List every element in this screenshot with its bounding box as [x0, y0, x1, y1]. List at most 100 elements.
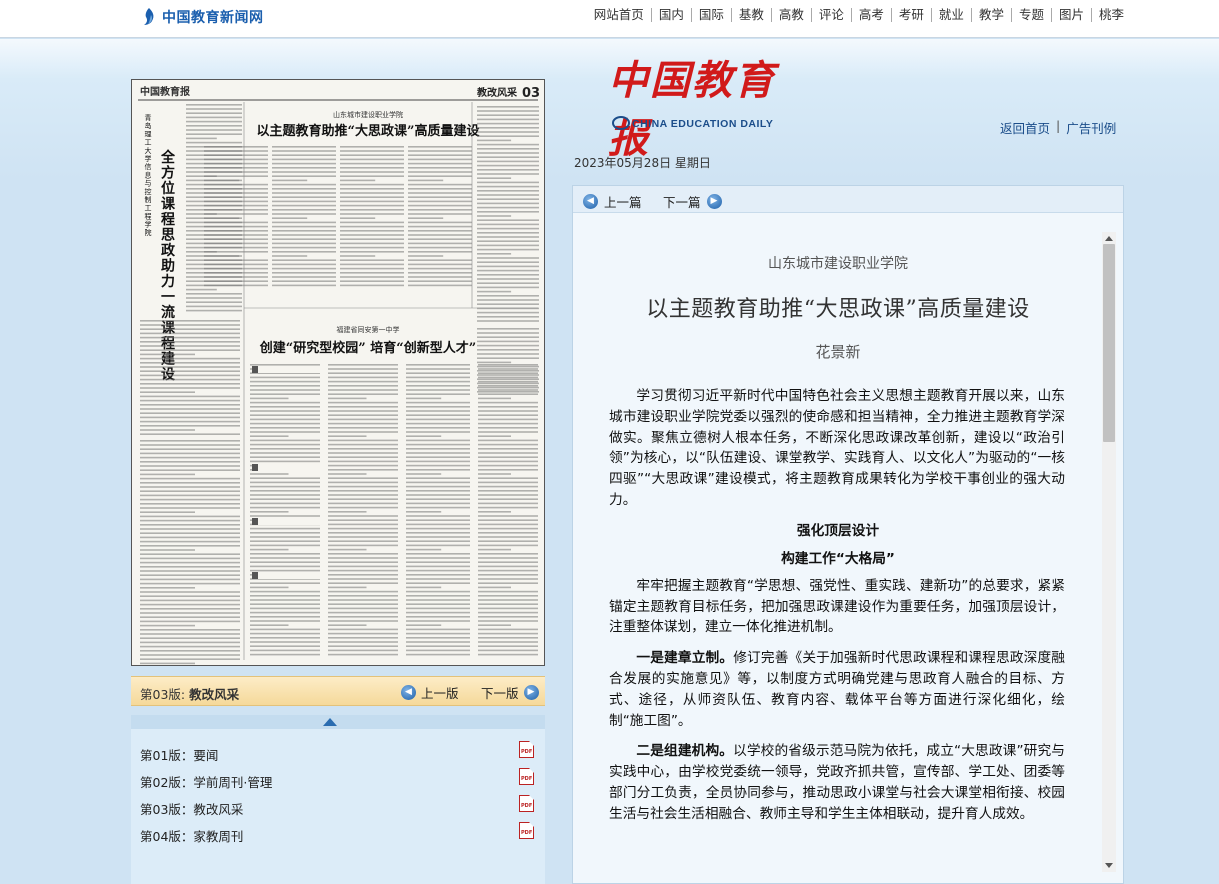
page-list-item-label[interactable]: 第02版：学前周刊·管理: [140, 772, 272, 791]
prev-page-label: 上一版: [421, 686, 459, 701]
svg-text:青: 青: [145, 113, 152, 122]
masthead: 中国教育报 CHINA EDUCATION DAILY: [608, 52, 808, 162]
masthead-title: 中国教育报: [608, 57, 776, 162]
article-paragraph: 二是组建机构。以学校的省级示范马院为依托，成立“大思政课”研究与实践中心，由学校…: [609, 741, 1065, 824]
paper-section: 教改风采: [476, 86, 517, 99]
ad-rates-link[interactable]: 广告刊例: [1066, 118, 1116, 137]
svg-text:学: 学: [145, 220, 152, 229]
svg-text:工: 工: [145, 139, 152, 147]
svg-text:程: 程: [161, 212, 175, 228]
prev-article-label: 上一篇: [604, 195, 642, 210]
nav-item[interactable]: 就业: [930, 8, 971, 22]
arrow-right-icon: ▶: [706, 194, 722, 209]
triangle-up-icon: [323, 718, 337, 726]
page-bar: 第03版: 教改风采 ◀ 上一版 下一版 ▶: [131, 676, 545, 706]
pdf-icon[interactable]: PDF: [519, 795, 534, 812]
site-logo[interactable]: 中国教育新闻网: [140, 6, 264, 28]
arrow-right-icon: ▶: [523, 685, 539, 700]
next-page-button[interactable]: 下一版 ▶: [481, 683, 539, 702]
nav-item[interactable]: 基教: [730, 8, 771, 22]
article-panel: ◀ 上一篇 下一篇 ▶ 山东城市建设职业学院 以主题教育助推“大思政课”高质量建…: [572, 185, 1124, 884]
paper-right-column: [477, 106, 539, 393]
nav-item[interactable]: 图片: [1050, 8, 1091, 22]
next-page-label: 下一版: [481, 686, 519, 701]
svg-text:理: 理: [145, 130, 152, 138]
page-list-item[interactable]: 第01版：要闻 PDF: [131, 737, 545, 764]
arrow-left-icon: ◀: [583, 194, 598, 209]
nav-item[interactable]: 教学: [970, 8, 1011, 22]
paper-side-kicker: 青岛理工大学信息与控制工程学院: [145, 113, 152, 237]
nav-item[interactable]: 高教: [770, 8, 811, 22]
article-nav: ◀ 上一篇 下一篇 ▶: [573, 186, 1123, 213]
nav-item[interactable]: 网站首页: [587, 8, 651, 22]
svg-text:课: 课: [161, 197, 176, 213]
paper-story2-title: 创建“研究型校园” 培育“创新型人才”: [259, 340, 476, 356]
nav-item[interactable]: 桃李: [1090, 8, 1131, 22]
pdf-icon[interactable]: PDF: [519, 822, 534, 839]
svg-text:助: 助: [161, 258, 175, 275]
svg-text:程: 程: [145, 211, 152, 220]
paper-masthead: 中国教育报: [140, 85, 190, 98]
page-list-item[interactable]: 第02版：学前周刊·管理 PDF: [131, 764, 545, 791]
masthead-subtitle: CHINA EDUCATION DAILY: [632, 118, 774, 130]
scroll-thumb[interactable]: [1103, 244, 1115, 442]
nav-item[interactable]: 国际: [690, 8, 731, 22]
nav-item[interactable]: 考研: [890, 8, 931, 22]
paper-story2-kicker: 福建省同安第一中学: [337, 325, 400, 334]
paper-side-title: 全方位课程思政助力一流课程建设: [160, 149, 176, 383]
pdf-icon[interactable]: PDF: [519, 768, 534, 785]
svg-text:息: 息: [145, 170, 152, 179]
svg-text:一: 一: [161, 290, 175, 306]
current-page: 第03版: 教改风采: [140, 684, 239, 703]
page-list: 第01版：要闻 PDF 第02版：学前周刊·管理 PDF 第03版：教改风采 P…: [131, 715, 545, 884]
newspaper-page-render[interactable]: 中国教育报 教改风采 03 全方位课程思政助力一流课程建设 青岛理工大学信息与控…: [132, 80, 544, 665]
article-scrollbar[interactable]: [1102, 232, 1116, 872]
page-list-item-label[interactable]: 第04版：家教周刊: [140, 826, 243, 845]
nav-item[interactable]: 高考: [850, 8, 891, 22]
newspaper-page-image[interactable]: 中国教育报 教改风采 03 全方位课程思政助力一流课程建设 青岛理工大学信息与控…: [131, 79, 545, 666]
article-title: 以主题教育助推“大思政课”高质量建设: [646, 297, 1030, 322]
next-article-button[interactable]: 下一篇 ▶: [663, 192, 722, 211]
arrow-left-icon: ◀: [401, 685, 416, 700]
scroll-down-icon[interactable]: [1105, 863, 1113, 868]
pdf-icon[interactable]: PDF: [519, 741, 534, 758]
svg-text:制: 制: [145, 195, 152, 204]
paragraph-lead: 一是建章立制。: [636, 650, 734, 667]
page-list-item-label[interactable]: 第03版：教改风采: [140, 799, 243, 818]
svg-text:与: 与: [145, 180, 152, 188]
current-page-number: 第03版:: [140, 687, 186, 702]
svg-text:力: 力: [161, 273, 175, 290]
page-list-item[interactable]: 第03版：教改风采 PDF: [131, 791, 545, 818]
svg-text:控: 控: [145, 187, 152, 196]
article-subhead: 强化顶层设计: [796, 522, 880, 539]
svg-text:政: 政: [161, 242, 176, 259]
nav-item[interactable]: 国内: [650, 8, 691, 22]
svg-text:全: 全: [160, 149, 176, 166]
header-links: 返回首页 | 广告刊例: [1000, 118, 1116, 137]
back-home-link[interactable]: 返回首页: [1000, 118, 1050, 137]
page-list-item[interactable]: 第04版：家教周刊 PDF: [131, 818, 545, 845]
page-list-item-label[interactable]: 第01版：要闻: [140, 745, 218, 764]
svg-text:岛: 岛: [145, 121, 152, 130]
svg-text:思: 思: [161, 228, 175, 244]
svg-text:工: 工: [145, 204, 152, 212]
masthead-globe-icon: [612, 116, 630, 130]
top-bar: 中国教育新闻网 网站首页 国内 国际 基教 高教 评论 高考 考研 就业 教学 专题 图片 桃李: [0, 0, 1219, 38]
paper-page-no: 03: [522, 86, 540, 101]
article-author: 花景新: [815, 343, 861, 361]
article-paragraph: 学习贯彻习近平新时代中国特色社会主义思想主题教育开展以来，山东城市建设职业学院党…: [609, 388, 1065, 508]
article-kicker: 山东城市建设职业学院: [768, 256, 908, 272]
article-body: 山东城市建设职业学院 以主题教育助推“大思政课”高质量建设 花景新 学习贯彻习近…: [577, 228, 1099, 878]
prev-page-button[interactable]: ◀ 上一版: [401, 683, 459, 702]
paper-story1-title: 以主题教育助推“大思政课”高质量建设: [257, 123, 481, 139]
svg-text:学: 学: [145, 154, 152, 163]
current-page-name: 教改风采: [189, 687, 240, 702]
prev-article-button[interactable]: ◀ 上一篇: [583, 192, 642, 211]
collapse-list-button[interactable]: [131, 715, 545, 729]
nav-item[interactable]: 专题: [1010, 8, 1051, 22]
svg-text:信: 信: [145, 162, 152, 171]
next-article-label: 下一篇: [663, 195, 701, 210]
nav-item[interactable]: 评论: [810, 8, 851, 22]
scroll-up-icon[interactable]: [1105, 236, 1113, 241]
article-paragraph: 一是建章立制。修订完善《关于加强新时代思政课程和课程思政深度融合发展的实施意见》…: [609, 648, 1065, 731]
